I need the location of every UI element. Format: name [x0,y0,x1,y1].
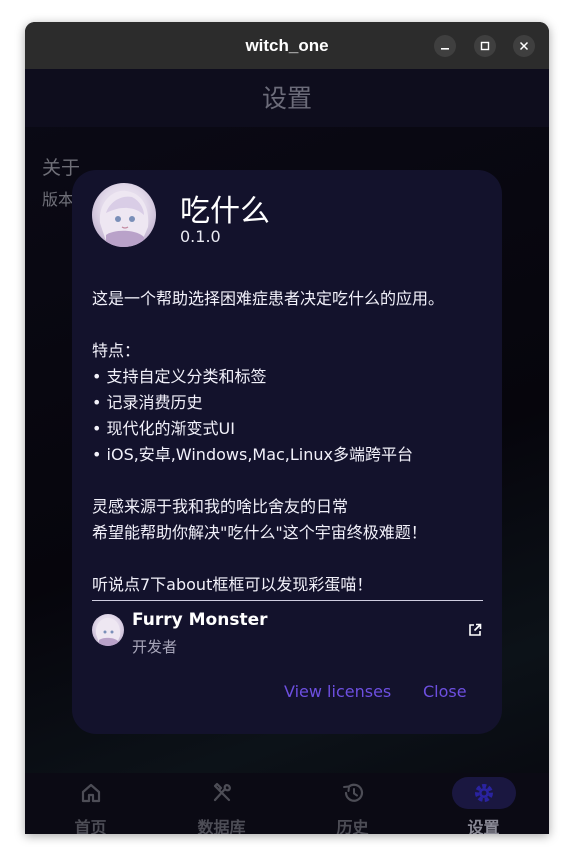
home-icon [59,777,123,809]
divider [92,600,483,601]
open-external-icon[interactable] [468,623,482,637]
app-avatar [92,183,156,247]
feature-item: • 现代化的渐变式UI [92,419,235,438]
app-description[interactable]: 这是一个帮助选择困难症患者决定吃什么的应用。 特点： • 支持自定义分类和标签 … [92,286,487,598]
utensils-icon [190,777,254,809]
nav-item-database[interactable]: 数据库 [156,773,287,834]
close-window-button[interactable] [513,35,535,57]
close-icon [519,41,529,51]
minimize-button[interactable] [434,35,456,57]
nav-item-home[interactable]: 首页 [25,773,156,834]
maximize-icon [480,41,490,51]
nav-label-database: 数据库 [197,818,246,834]
maximize-button[interactable] [474,35,496,57]
feature-item: • 记录消费历史 [92,393,203,412]
window-title: witch_one [245,36,329,55]
app-name: 吃什么 [180,194,270,229]
bottom-navigation: 首页 数据库 历史 设置 [25,773,549,834]
nav-item-history[interactable]: 历史 [287,773,418,834]
about-dialog: 吃什么 0.1.0 这是一个帮助选择困难症患者决定吃什么的应用。 特点： • 支… [72,170,502,734]
app-version: 0.1.0 [180,227,221,246]
description-intro: 这是一个帮助选择困难症患者决定吃什么的应用。 [92,289,445,308]
feature-item: • 支持自定义分类和标签 [92,367,267,386]
app-bar: 设置 [25,69,549,127]
about-heading: 关于 [42,157,81,179]
nav-label-history: 历史 [336,818,369,834]
developer-name[interactable]: Furry Monster [132,610,268,630]
nav-item-settings[interactable]: 设置 [418,773,549,834]
history-icon [321,777,385,809]
developer-role: 开发者 [132,638,178,656]
title-bar[interactable]: witch_one [25,22,549,69]
easter-egg-hint: 听说点7下about框框可以发现彩蛋喵！ [92,575,373,594]
developer-avatar [92,614,124,646]
features-heading: 特点： [92,341,141,360]
description-inspiration: 灵感来源于我和我的啥比舍友的日常 [92,497,349,516]
close-dialog-button[interactable]: Close [423,682,467,701]
page-title: 设置 [261,84,312,113]
feature-item: • iOS,安卓,Windows,Mac,Linux多端跨平台 [92,445,414,464]
view-licenses-button[interactable]: View licenses [284,682,391,701]
nav-label-settings: 设置 [467,818,500,834]
gear-icon [451,777,516,809]
description-hope: 希望能帮助你解决"吃什么"这个宇宙终极难题！ [92,523,427,542]
nav-label-home: 首页 [74,818,107,834]
minimize-icon [441,48,449,50]
